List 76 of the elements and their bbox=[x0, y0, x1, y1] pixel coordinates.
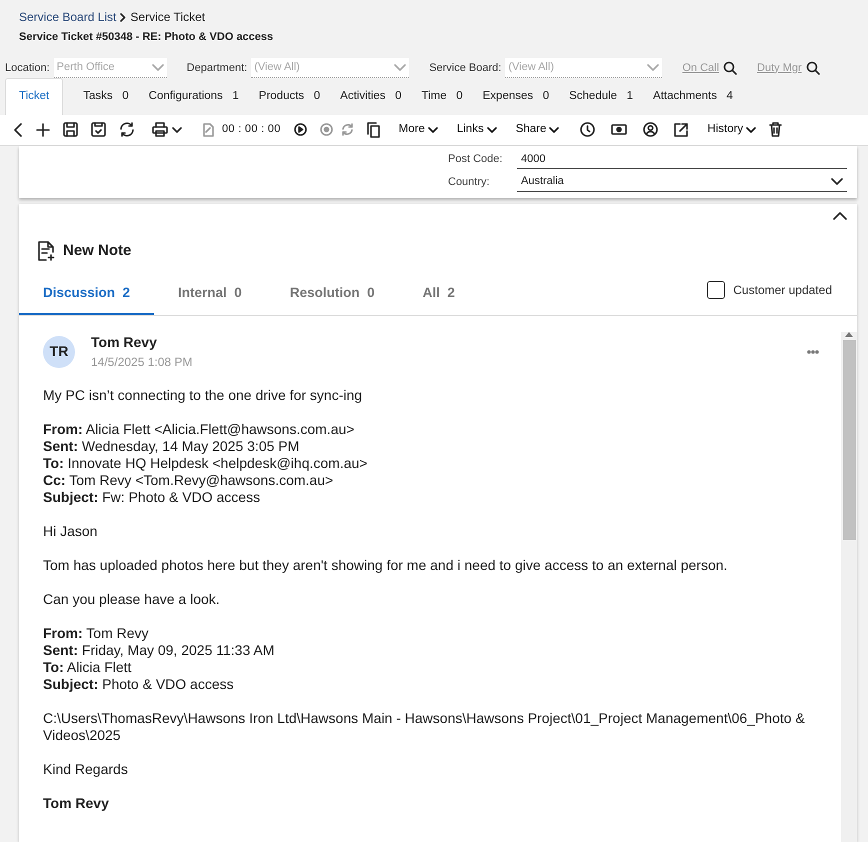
chevron-down-icon bbox=[647, 64, 660, 71]
chevron-right-icon bbox=[120, 12, 126, 22]
external-link-icon[interactable] bbox=[674, 122, 688, 136]
message-paragraph: C:\Users\ThomasRevy\Hawsons Iron Ltd\Hawsons Main - Hawsons\Hawsons Project\01_Project Management\06_Photo & Videos\2025 bbox=[43, 710, 806, 744]
tab[interactable]: Products 0 bbox=[258, 79, 320, 114]
tab[interactable]: Tasks 0 bbox=[83, 79, 129, 114]
message-paragraph: Tom has uploaded photos here but they aren't showing for me and i need to give access to an external person. bbox=[43, 557, 728, 574]
search-icon[interactable] bbox=[806, 61, 820, 75]
breadcrumb-current: Service Ticket bbox=[130, 9, 206, 26]
caret-icon bbox=[549, 126, 560, 132]
caret-icon bbox=[172, 126, 182, 132]
tab[interactable]: Ticket bbox=[5, 78, 64, 114]
save-icon[interactable] bbox=[63, 122, 78, 137]
filter-label: Location: bbox=[5, 60, 50, 76]
author-name: Tom Revy bbox=[91, 333, 158, 352]
message-paragraph: From: Alicia Flett <Alicia.Flett@hawsons.com.au> Sent: Wednesday, 14 May 2025 3:05 PM To: Innovate HQ Helpdesk <helpdesk@ihq.com.au> Cc: Tom Revy <Tom.Revy@hawsons.com.au> Subject: Fw: Photo & VDO access bbox=[43, 421, 368, 506]
plus-icon[interactable] bbox=[36, 122, 50, 136]
menu-dropdown[interactable]: History bbox=[707, 120, 756, 138]
caret-icon bbox=[428, 126, 438, 132]
checkbox[interactable] bbox=[707, 281, 726, 299]
country-select[interactable]: Australia bbox=[517, 172, 847, 192]
menu-dropdown[interactable]: Share bbox=[516, 120, 560, 138]
trash-icon[interactable] bbox=[769, 122, 782, 137]
field-label: Country: bbox=[448, 174, 491, 190]
menu-dropdown[interactable]: More bbox=[398, 120, 438, 138]
cash-icon[interactable] bbox=[611, 123, 628, 136]
filter-label: Department: bbox=[186, 60, 248, 76]
scrollbar[interactable] bbox=[841, 332, 857, 842]
tab[interactable]: Configurations 1 bbox=[148, 79, 239, 114]
menu-dropdown[interactable]: Links bbox=[456, 120, 497, 138]
caret-icon bbox=[486, 126, 497, 132]
message-paragraph: Can you please have a look. bbox=[43, 591, 221, 608]
tab[interactable]: Expenses 0 bbox=[482, 79, 550, 114]
user-circle-icon[interactable] bbox=[643, 122, 658, 137]
new-note-title[interactable]: New Note bbox=[63, 240, 132, 262]
note-tab[interactable]: Internal 0 bbox=[154, 274, 266, 315]
message-paragraph: Hi Jason bbox=[43, 523, 98, 540]
filter-label: Service Board: bbox=[429, 60, 502, 76]
checkbox-label: Customer updated bbox=[733, 282, 832, 299]
collapse-icon[interactable] bbox=[833, 212, 847, 220]
chevron-down-icon bbox=[394, 64, 406, 71]
timer: 00 : 00 : 00 bbox=[222, 122, 281, 138]
postcode-field[interactable]: 4000 bbox=[517, 150, 847, 169]
search-icon[interactable] bbox=[723, 61, 738, 75]
breadcrumb-link[interactable]: Service Board List bbox=[19, 8, 116, 26]
ticket-title: Service Ticket #50348 - RE: Photo & VDO access bbox=[19, 30, 274, 45]
message-paragraph: From: Tom Revy Sent: Friday, May 09, 2025 11:33 AM To: Alicia Flett Subject: Photo & VDO access bbox=[43, 625, 276, 693]
message-paragraph: My PC isn’t connecting to the one drive for sync-ing bbox=[43, 387, 364, 404]
tab[interactable]: Time 0 bbox=[422, 79, 463, 114]
scroll-up-icon bbox=[845, 332, 853, 337]
chevron-down-icon bbox=[152, 64, 164, 71]
note-tab[interactable]: Discussion 2 bbox=[19, 274, 154, 315]
reset-icon[interactable] bbox=[340, 123, 354, 136]
printer-icon[interactable] bbox=[152, 122, 168, 137]
timestamp: 14/5/2025 1:08 PM bbox=[91, 354, 194, 371]
note-tab[interactable]: All 2 bbox=[398, 274, 479, 315]
caret-icon bbox=[746, 126, 756, 132]
stop-icon[interactable] bbox=[320, 123, 333, 136]
more-icon[interactable] bbox=[807, 350, 819, 354]
play-icon[interactable] bbox=[294, 123, 307, 136]
message-paragraph: Tom Revy bbox=[43, 795, 110, 812]
tab[interactable]: Schedule 1 bbox=[569, 79, 634, 114]
chevron-down-icon bbox=[831, 178, 843, 185]
message-paragraph: Kind Regards bbox=[43, 761, 129, 778]
back-icon[interactable] bbox=[13, 122, 23, 138]
refresh-icon[interactable] bbox=[119, 122, 135, 137]
tab[interactable]: Attachments 4 bbox=[653, 79, 733, 114]
field-label: Post Code: bbox=[448, 152, 504, 167]
save-close-icon[interactable] bbox=[91, 122, 106, 137]
clock-icon[interactable] bbox=[580, 122, 596, 137]
note-add-icon[interactable] bbox=[37, 240, 55, 261]
note-tab[interactable]: Resolution 0 bbox=[266, 274, 399, 315]
tab[interactable]: Activities 0 bbox=[340, 79, 402, 114]
copy-icon[interactable] bbox=[366, 122, 380, 138]
document-edit-icon bbox=[203, 122, 214, 136]
avatar: TR bbox=[43, 336, 75, 368]
